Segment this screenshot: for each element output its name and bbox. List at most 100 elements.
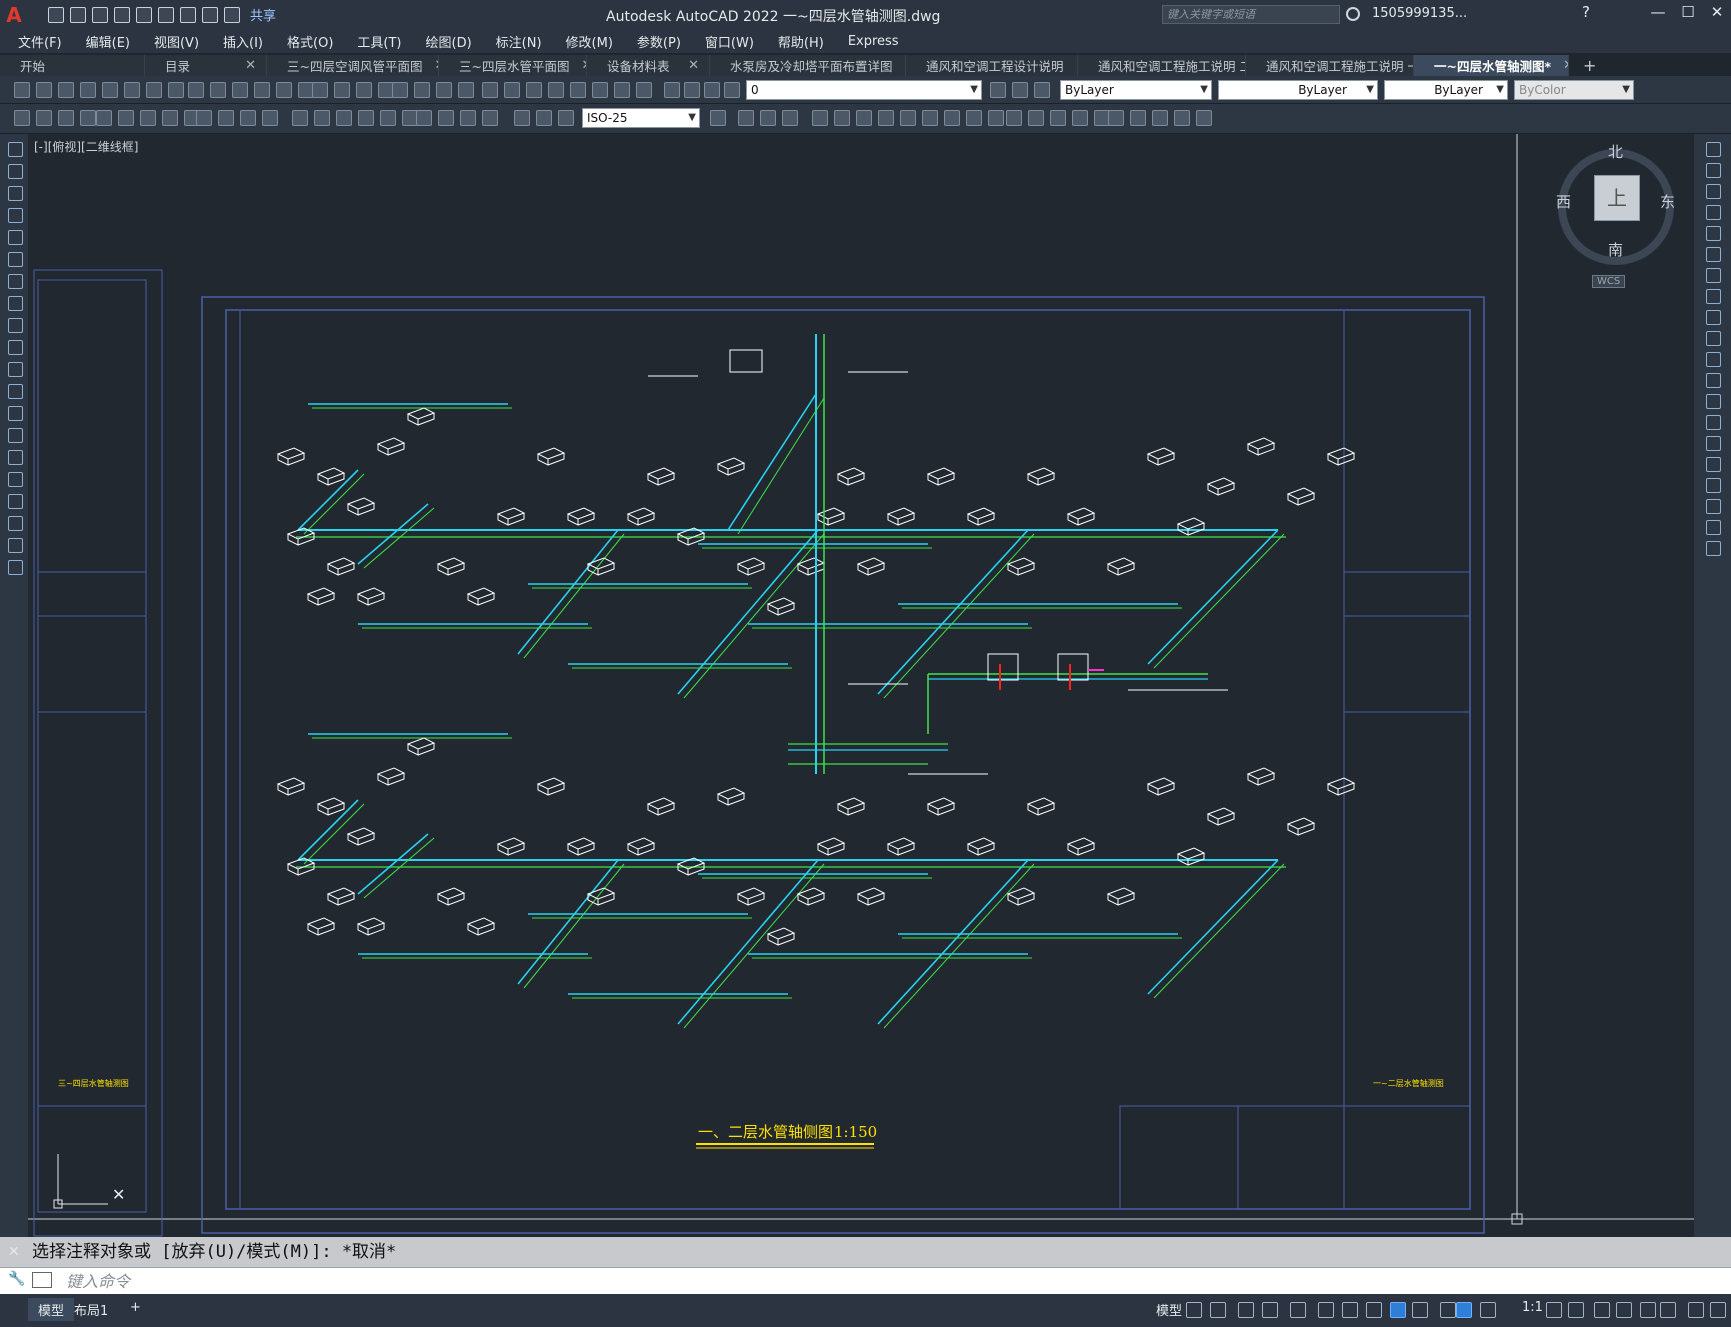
modify-tool-icon[interactable] bbox=[1706, 184, 1721, 199]
tab-8[interactable]: 通风和空调工程施工说明 一✕ bbox=[1246, 55, 1414, 76]
draw-tool-icon[interactable] bbox=[8, 384, 23, 399]
modify-tool-icon[interactable] bbox=[1706, 205, 1721, 220]
menu-item[interactable]: 窗口(W) bbox=[705, 32, 754, 51]
standard-tool-icon[interactable] bbox=[1012, 82, 1028, 98]
menu-item[interactable]: 绘图(D) bbox=[426, 32, 472, 51]
plotstyle-dropdown[interactable]: ByColor ▼ bbox=[1514, 80, 1634, 100]
standard-tool-icon[interactable] bbox=[334, 82, 350, 98]
standard-tool-icon[interactable] bbox=[276, 82, 292, 98]
draw-tool-icon[interactable] bbox=[8, 142, 23, 157]
status-toggle-icon[interactable] bbox=[1594, 1302, 1610, 1318]
dimension-tool-icon[interactable] bbox=[922, 110, 938, 126]
modify-tool-icon[interactable] bbox=[1706, 520, 1721, 535]
draw-tool-icon[interactable] bbox=[8, 516, 23, 531]
dimension-tool-icon[interactable] bbox=[856, 110, 872, 126]
menu-item[interactable]: 参数(P) bbox=[637, 32, 681, 51]
draw-tool-icon[interactable] bbox=[8, 472, 23, 487]
close-button[interactable]: ✕ bbox=[1703, 3, 1731, 21]
close-tab-icon[interactable]: ✕ bbox=[688, 58, 699, 73]
standard-tool-icon[interactable] bbox=[548, 82, 564, 98]
draw-tool-icon[interactable] bbox=[8, 340, 23, 355]
standard-tool-icon[interactable] bbox=[254, 82, 270, 98]
status-toggle-icon[interactable] bbox=[1660, 1302, 1676, 1318]
command-recent-icon[interactable] bbox=[32, 1272, 52, 1288]
dimension-tool-icon[interactable] bbox=[240, 110, 256, 126]
draw-tool-icon[interactable] bbox=[8, 252, 23, 267]
menu-item[interactable]: 标注(N) bbox=[496, 32, 542, 51]
standard-tool-icon[interactable] bbox=[146, 82, 162, 98]
undo-icon[interactable] bbox=[202, 6, 218, 23]
status-toggle-icon[interactable] bbox=[1318, 1302, 1334, 1318]
dimension-tool-icon[interactable] bbox=[1152, 110, 1168, 126]
status-toggle-icon[interactable] bbox=[1456, 1302, 1472, 1318]
compass-south[interactable]: 南 bbox=[1608, 239, 1623, 260]
status-toggle-icon[interactable] bbox=[1412, 1302, 1428, 1318]
status-toggle-icon[interactable] bbox=[1210, 1302, 1226, 1318]
standard-tool-icon[interactable] bbox=[168, 82, 184, 98]
open-web-icon[interactable] bbox=[136, 6, 152, 23]
modify-tool-icon[interactable] bbox=[1706, 247, 1721, 262]
modify-tool-icon[interactable] bbox=[1706, 289, 1721, 304]
tab-layout1[interactable]: 布局1 bbox=[64, 1298, 118, 1321]
standard-tool-icon[interactable] bbox=[684, 82, 700, 98]
dimension-tool-icon[interactable] bbox=[514, 110, 530, 126]
modify-tool-icon[interactable] bbox=[1706, 373, 1721, 388]
dimension-tool-icon[interactable] bbox=[336, 110, 352, 126]
standard-tool-icon[interactable] bbox=[414, 82, 430, 98]
status-toggle-icon[interactable] bbox=[1238, 1302, 1254, 1318]
modify-tool-icon[interactable] bbox=[1706, 310, 1721, 325]
standard-tool-icon[interactable] bbox=[392, 82, 408, 98]
status-toggle-icon[interactable] bbox=[1290, 1302, 1306, 1318]
modify-tool-icon[interactable] bbox=[1706, 142, 1721, 157]
layer-dropdown[interactable]: 0 ▼ bbox=[746, 80, 982, 100]
share-button[interactable]: 共享 bbox=[250, 5, 276, 24]
save-icon[interactable] bbox=[92, 6, 108, 23]
dimension-tool-icon[interactable] bbox=[482, 110, 498, 126]
dimension-tool-icon[interactable] bbox=[262, 110, 278, 126]
help-icon[interactable]: ? bbox=[1572, 3, 1600, 21]
new-tab-icon[interactable]: + bbox=[1583, 55, 1596, 76]
dimension-tool-icon[interactable] bbox=[988, 110, 1004, 126]
status-toggle-icon[interactable] bbox=[1688, 1302, 1704, 1318]
save-web-icon[interactable] bbox=[158, 6, 174, 23]
close-tab-icon[interactable]: ✕ bbox=[245, 58, 256, 73]
draw-tool-icon[interactable] bbox=[8, 318, 23, 333]
standard-tool-icon[interactable] bbox=[356, 82, 372, 98]
standard-tool-icon[interactable] bbox=[482, 82, 498, 98]
dimension-tool-icon[interactable] bbox=[1130, 110, 1146, 126]
standard-tool-icon[interactable] bbox=[592, 82, 608, 98]
close-command-icon[interactable]: ✕ bbox=[8, 1244, 20, 1260]
ucs-menu[interactable]: WCS bbox=[1592, 275, 1626, 288]
draw-tool-icon[interactable] bbox=[8, 538, 23, 553]
dimension-tool-icon[interactable] bbox=[900, 110, 916, 126]
new-file-icon[interactable] bbox=[48, 6, 64, 23]
modify-tool-icon[interactable] bbox=[1706, 226, 1721, 241]
standard-tool-icon[interactable] bbox=[664, 82, 680, 98]
viewcube-top-face[interactable]: 上 bbox=[1594, 175, 1640, 221]
standard-tool-icon[interactable] bbox=[312, 82, 328, 98]
color-dropdown[interactable]: ByLayer ▼ bbox=[1060, 80, 1212, 100]
compass-north[interactable]: 北 bbox=[1608, 141, 1623, 162]
command-input[interactable]: 键入命令 bbox=[0, 1267, 1731, 1294]
modify-tool-icon[interactable] bbox=[1706, 394, 1721, 409]
dimension-tool-icon[interactable] bbox=[1108, 110, 1124, 126]
tab-4[interactable]: 设备材料表 ✕ bbox=[587, 55, 710, 76]
dimension-tool-icon[interactable] bbox=[140, 110, 156, 126]
tab-0[interactable]: 开始 bbox=[0, 55, 145, 76]
tab-6[interactable]: 通风和空调工程设计说明✕ bbox=[906, 55, 1078, 76]
tab-9[interactable]: 一~四层水管轴测图* ✕ bbox=[1414, 55, 1569, 76]
modify-tool-icon[interactable] bbox=[1706, 436, 1721, 451]
dimension-tool-icon[interactable] bbox=[1050, 110, 1066, 126]
standard-tool-icon[interactable] bbox=[724, 82, 740, 98]
dimension-tool-icon[interactable] bbox=[760, 110, 776, 126]
standard-tool-icon[interactable] bbox=[458, 82, 474, 98]
dimension-tool-icon[interactable] bbox=[218, 110, 234, 126]
dimension-tool-icon[interactable] bbox=[438, 110, 454, 126]
dimension-tool-icon[interactable] bbox=[1028, 110, 1044, 126]
draw-tool-icon[interactable] bbox=[8, 208, 23, 223]
tab-3[interactable]: 三~四层水管平面图✕ bbox=[439, 55, 587, 76]
dimension-tool-icon[interactable] bbox=[812, 110, 828, 126]
draw-tool-icon[interactable] bbox=[8, 186, 23, 201]
status-toggle-icon[interactable] bbox=[1262, 1302, 1278, 1318]
search-icon[interactable] bbox=[1346, 7, 1360, 21]
